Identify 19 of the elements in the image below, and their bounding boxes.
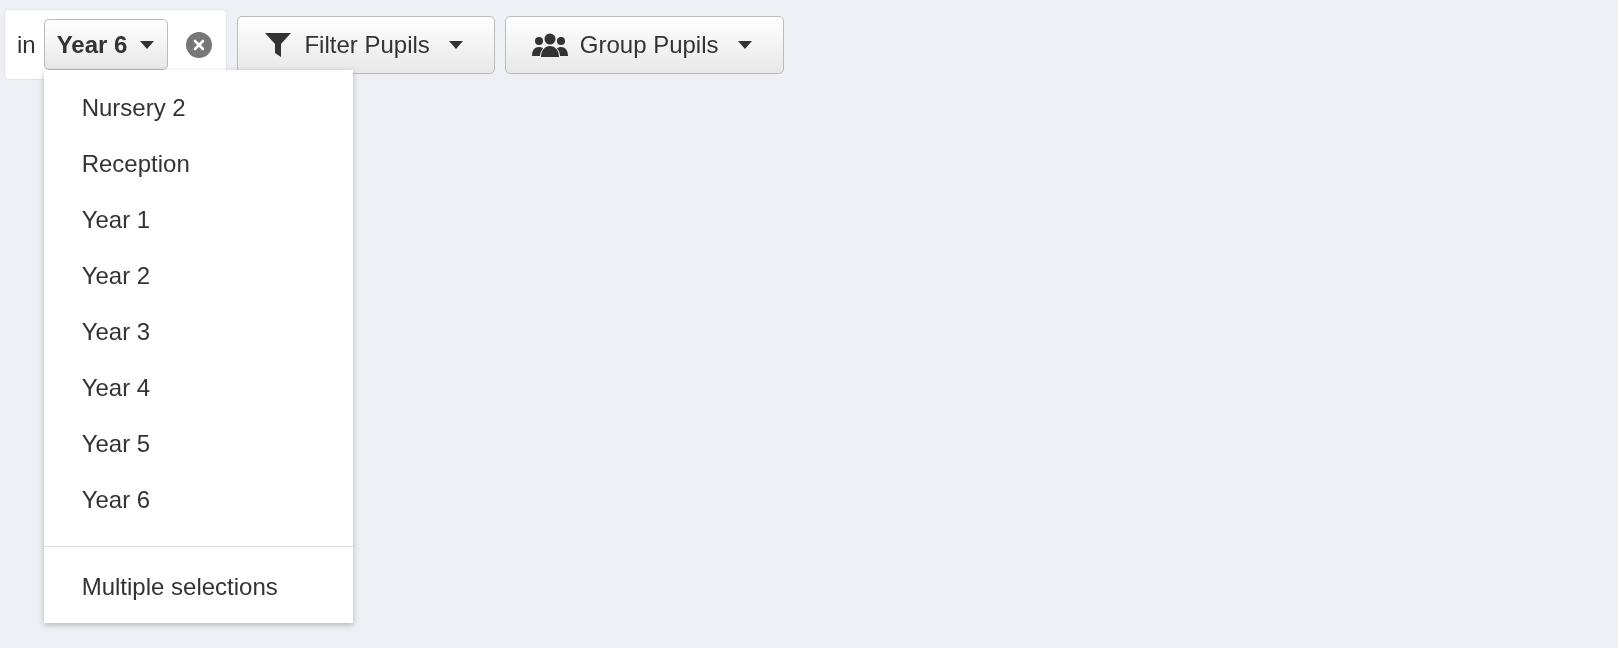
- menu-item[interactable]: Year 1: [43, 192, 353, 248]
- filter-prefix: in: [17, 30, 36, 59]
- filter-icon: [264, 32, 293, 58]
- users-icon: [531, 32, 568, 58]
- filter-button[interactable]: Filter Pupils: [237, 16, 495, 74]
- menu-item[interactable]: Year 3: [43, 304, 353, 360]
- year-dropdown[interactable]: Year 6: [43, 19, 169, 70]
- menu-item[interactable]: Reception: [43, 136, 353, 192]
- menu-item[interactable]: Year 6: [43, 472, 353, 528]
- caret-icon: [139, 39, 156, 50]
- menu-item[interactable]: Year 4: [43, 360, 353, 416]
- caret-icon: [447, 40, 464, 50]
- menu-item[interactable]: Nursery 2: [43, 80, 353, 136]
- menu-item[interactable]: Year 2: [43, 248, 353, 304]
- close-icon[interactable]: [186, 31, 213, 58]
- menu-item[interactable]: Multiple selections: [43, 559, 353, 615]
- group-button[interactable]: Group Pupils: [504, 16, 784, 74]
- menu-item[interactable]: Year 5: [43, 416, 353, 472]
- caret-icon: [736, 40, 753, 50]
